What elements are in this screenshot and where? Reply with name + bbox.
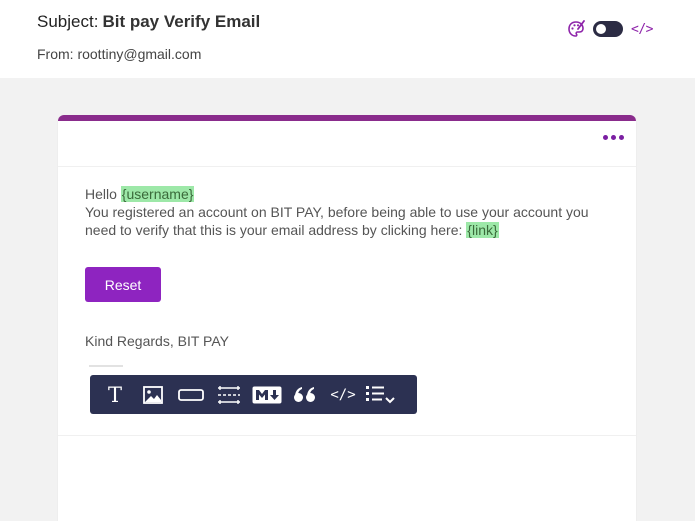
subject-line: Subject: Bit pay Verify Email (37, 12, 260, 32)
block-divider (89, 365, 123, 367)
from-line: From: roottiny@gmail.com (37, 46, 202, 62)
email-body[interactable]: Hello {username} You registered an accou… (85, 185, 615, 239)
block-insert-toolbar: T </> (90, 375, 417, 414)
code-icon-glyph: </> (330, 386, 356, 403)
toggle-switch-icon[interactable] (593, 21, 624, 37)
greeting-text: Hello (85, 186, 121, 202)
divider-icon[interactable] (210, 375, 248, 414)
list-dropdown-icon[interactable] (362, 375, 400, 414)
header-tools: </> (567, 19, 653, 39)
button-block-icon[interactable] (172, 375, 210, 414)
menu-dot (619, 135, 624, 140)
card-section-divider (58, 435, 636, 436)
text-icon[interactable]: T (96, 375, 134, 414)
email-template-card: Hello {username} You registered an accou… (58, 115, 636, 521)
closing-text[interactable]: Kind Regards, BIT PAY (85, 333, 229, 349)
username-placeholder: {username} (120, 186, 195, 202)
code-icon[interactable]: </> (324, 375, 362, 414)
subject-label: Subject: (37, 12, 99, 31)
menu-dot (603, 135, 608, 140)
link-placeholder: {link} (466, 222, 499, 238)
quote-icon[interactable] (286, 375, 324, 414)
menu-dot (611, 135, 616, 140)
card-top-bar (58, 121, 636, 167)
subject-value: Bit pay Verify Email (102, 12, 261, 31)
markdown-icon[interactable] (248, 375, 286, 414)
email-header: Subject: Bit pay Verify Email From: roott… (0, 0, 695, 78)
code-view-icon[interactable]: </> (631, 22, 653, 37)
body-line: You registered an account on BIT PAY, be… (85, 204, 589, 238)
reset-button[interactable]: Reset (85, 267, 161, 302)
image-icon[interactable] (134, 375, 172, 414)
text-icon-glyph: T (107, 382, 122, 407)
more-horizontal-icon[interactable] (603, 135, 624, 140)
palette-icon[interactable] (567, 20, 585, 38)
toggle-knob (596, 24, 607, 34)
